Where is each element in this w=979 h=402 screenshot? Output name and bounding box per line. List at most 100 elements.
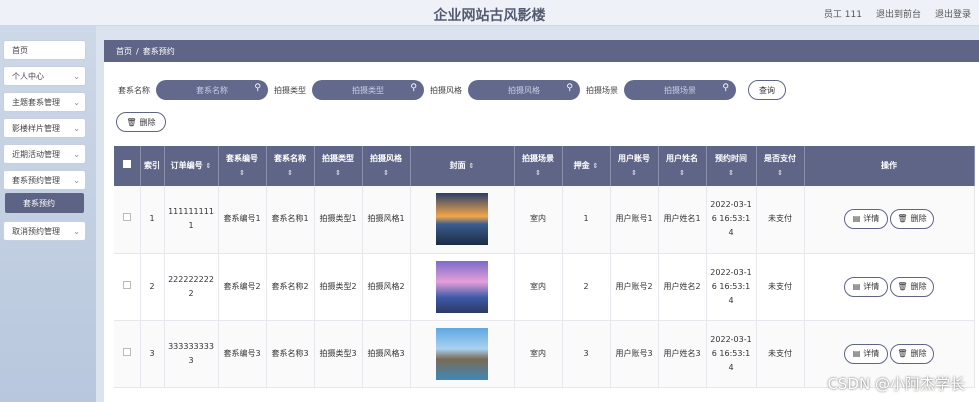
suite-no-cell: 套系编号1 xyxy=(218,186,267,254)
row-checkbox[interactable] xyxy=(114,186,141,254)
sidebar-item-cancel[interactable]: 取消预约管理 ⌄ xyxy=(3,221,86,241)
chevron-down-icon: ⌄ xyxy=(73,123,80,133)
sidebar-item-label: 取消预约管理 xyxy=(12,226,60,236)
col-header[interactable]: 是否支付 ⇕ xyxy=(756,146,805,186)
shoot-scene-search[interactable]: 拍摄场景 ⚲ xyxy=(624,80,736,100)
trash-icon: 🗑 xyxy=(126,117,137,127)
col-header[interactable]: 用户账号 ⇕ xyxy=(610,146,659,186)
sidebar-item-booking[interactable]: 套系预约管理 ⌄ xyxy=(3,170,86,190)
submenu-item-booking[interactable]: 套系预约 xyxy=(5,193,84,213)
sidebar-item-profile[interactable]: 个人中心 ⌄ xyxy=(3,66,86,86)
breadcrumb: 首页 / 套系预约 xyxy=(104,40,979,62)
suite-no-cell: 套系编号2 xyxy=(218,253,267,321)
filter-label: 拍摄风格 xyxy=(430,85,462,95)
shoot-type-search[interactable]: 拍摄类型 ⚲ xyxy=(312,80,424,100)
document-icon: ▤ xyxy=(852,281,861,291)
col-header[interactable]: 套系名称 ⇕ xyxy=(266,146,315,186)
sidebar-item-label: 主题套系管理 xyxy=(12,97,60,107)
query-button[interactable]: 查询 xyxy=(748,80,786,100)
main-panel: 首页 / 套系预约 套系名称 套系名称 ⚲ 拍摄类型 拍摄类型 ⚲ 拍摄风格 拍摄风… xyxy=(104,40,979,402)
table-header-row: 索引 订单编号 ⇕ 套系编号 ⇕ 套系名称 ⇕ 拍摄类型 ⇕ 拍摄风格 ⇕ 封面 ⇕ 拍… xyxy=(114,146,975,186)
sidebar-item-label: 首页 xyxy=(12,45,28,55)
shoot-style-search[interactable]: 拍摄风格 ⚲ xyxy=(468,80,580,100)
sidebar-item-label: 影楼样片管理 xyxy=(12,123,60,133)
col-header[interactable]: 预约时间 ⇕ xyxy=(706,146,757,186)
col-header[interactable]: 拍摄类型 ⇕ xyxy=(314,146,363,186)
style-cell: 拍摄风格2 xyxy=(362,253,411,321)
col-header[interactable]: 套系编号 ⇕ xyxy=(218,146,267,186)
chevron-down-icon: ⌄ xyxy=(73,175,80,185)
index-cell: 1 xyxy=(140,186,165,254)
row-checkbox[interactable] xyxy=(114,320,141,388)
name-cell: 用户姓名3 xyxy=(658,320,707,388)
col-header[interactable]: 拍摄场景 ⇕ xyxy=(514,146,563,186)
delete-button[interactable]: 🗑 删除 xyxy=(890,209,934,230)
style-cell: 拍摄风格3 xyxy=(362,320,411,388)
to-front-link[interactable]: 退出到前台 xyxy=(876,7,921,20)
chevron-down-icon: ⌄ xyxy=(73,149,80,159)
top-bar: 企业网站古风影楼 员工 111 退出到前台 退出登录 xyxy=(0,0,979,26)
sidebar-item-home[interactable]: 首页 xyxy=(3,40,86,60)
col-header: 操作 xyxy=(804,146,975,186)
trash-icon: 🗑 xyxy=(897,281,908,291)
chevron-down-icon: ⌄ xyxy=(73,71,80,81)
detail-button[interactable]: ▤ 详情 xyxy=(844,276,888,297)
delete-button[interactable]: 🗑 删除 xyxy=(890,276,934,297)
search-placeholder: 套系名称 xyxy=(196,85,228,95)
deposit-cell: 3 xyxy=(562,320,611,388)
filter-label: 拍摄类型 xyxy=(274,85,306,95)
scene-cell: 室内 xyxy=(514,253,563,321)
suite-name-search[interactable]: 套系名称 ⚲ xyxy=(156,80,268,100)
filter-label: 套系名称 xyxy=(118,85,150,95)
order-cell: 3333333333 xyxy=(164,320,219,388)
logout-link[interactable]: 退出登录 xyxy=(935,7,971,20)
search-icon: ⚲ xyxy=(410,83,417,93)
booking-table: 索引 订单编号 ⇕ 套系编号 ⇕ 套系名称 ⇕ 拍摄类型 ⇕ 拍摄风格 ⇕ 封面 ⇕ 拍… xyxy=(114,146,975,388)
select-all-checkbox[interactable] xyxy=(114,146,141,186)
breadcrumb-current: 套系预约 xyxy=(142,46,175,56)
delete-button[interactable]: 🗑 删除 xyxy=(890,343,934,364)
sidebar-item-theme-suite[interactable]: 主题套系管理 ⌄ xyxy=(3,92,86,112)
search-placeholder: 拍摄场景 xyxy=(664,85,696,95)
sidebar-item-label: 套系预约管理 xyxy=(12,175,60,185)
order-cell: 1111111111 xyxy=(164,186,219,254)
index-cell: 3 xyxy=(140,320,165,388)
type-cell: 拍摄类型2 xyxy=(314,253,363,321)
deposit-cell: 1 xyxy=(562,186,611,254)
cover-thumbnail xyxy=(436,327,488,380)
sidebar-item-label: 近期活动管理 xyxy=(12,149,60,159)
detail-button[interactable]: ▤ 详情 xyxy=(844,343,888,364)
account-cell: 用户账号3 xyxy=(610,320,659,388)
suite-name-cell: 套系名称2 xyxy=(266,253,315,321)
order-cell: 2222222222 xyxy=(164,253,219,321)
trash-icon: 🗑 xyxy=(897,214,908,224)
col-header[interactable]: 用户姓名 ⇕ xyxy=(658,146,707,186)
col-header[interactable]: 封面 ⇕ xyxy=(410,146,515,186)
cover-thumbnail xyxy=(436,260,488,313)
search-icon: ⚲ xyxy=(566,83,573,93)
col-header[interactable]: 订单编号 ⇕ xyxy=(164,146,219,186)
watermark: CSDN @小阿杰学长 xyxy=(827,375,965,393)
cover-thumbnail xyxy=(436,193,488,246)
row-checkbox[interactable] xyxy=(114,253,141,321)
sidebar-item-samples[interactable]: 影楼样片管理 ⌄ xyxy=(3,118,86,138)
bulk-delete-button[interactable]: 🗑 删除 xyxy=(116,112,166,132)
sidebar-item-activities[interactable]: 近期活动管理 ⌄ xyxy=(3,144,86,164)
col-header[interactable]: 押金 ⇕ xyxy=(562,146,611,186)
table-row: 1 1111111111 套系编号1 套系名称1 拍摄类型1 拍摄风格1 室内 1 用户账号1 用… xyxy=(114,186,975,254)
name-cell: 用户姓名2 xyxy=(658,253,707,321)
paid-cell: 未支付 xyxy=(756,186,805,254)
header-actions: 员工 111 退出到前台 退出登录 xyxy=(824,7,971,20)
breadcrumb-separator: / xyxy=(136,46,139,56)
search-placeholder: 拍摄类型 xyxy=(352,85,384,95)
name-cell: 用户姓名1 xyxy=(658,186,707,254)
suite-name-cell: 套系名称3 xyxy=(266,320,315,388)
table-row: 2 2222222222 套系编号2 套系名称2 拍摄类型2 拍摄风格2 室内 2 用户账号2 用… xyxy=(114,253,975,321)
cover-cell xyxy=(410,253,515,321)
col-header[interactable]: 拍摄风格 ⇕ xyxy=(362,146,411,186)
actions-cell: ▤ 详情 🗑 删除 xyxy=(804,186,975,254)
scene-cell: 室内 xyxy=(514,186,563,254)
breadcrumb-home[interactable]: 首页 xyxy=(116,46,132,57)
detail-button[interactable]: ▤ 详情 xyxy=(844,209,888,230)
col-header: 索引 xyxy=(140,146,165,186)
